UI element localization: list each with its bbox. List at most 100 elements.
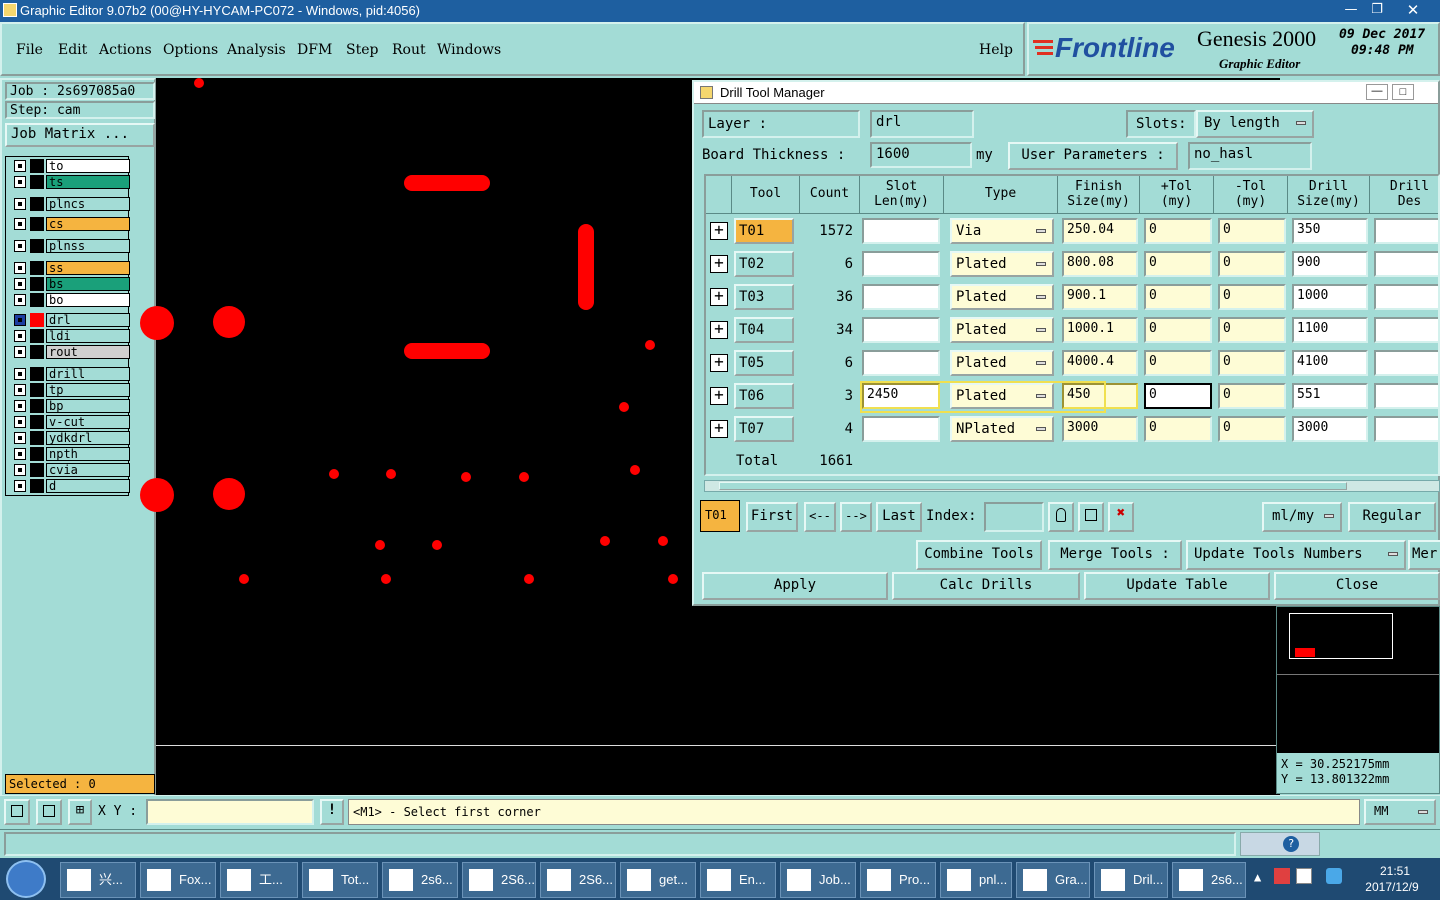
layer-name[interactable]: drl <box>46 313 130 327</box>
first-button[interactable]: First <box>746 502 798 532</box>
dialog-maximize-icon[interactable]: □ <box>1392 84 1414 100</box>
finish-size-input[interactable]: 3000 <box>1062 416 1138 442</box>
update-tools-numbers-dropdown[interactable]: Update Tools Numbers <box>1186 540 1406 570</box>
drill-size-input[interactable]: 3000 <box>1292 416 1368 442</box>
layer-name[interactable]: bp <box>46 399 130 413</box>
layer-checkbox[interactable] <box>14 480 26 492</box>
units-dropdown[interactable]: ml/my <box>1262 502 1342 532</box>
layer-input[interactable]: drl <box>870 110 974 138</box>
expand-row-icon[interactable]: + <box>710 321 728 339</box>
plus-tol-input[interactable]: 0 <box>1144 218 1212 244</box>
layer-row-rout[interactable]: rout <box>14 345 130 359</box>
layer-name[interactable]: cvia <box>46 463 130 477</box>
tool-button[interactable]: T06 <box>734 383 794 409</box>
layer-checkbox[interactable] <box>14 464 26 476</box>
layer-name[interactable]: ss <box>46 261 130 275</box>
layer-name[interactable]: plnss <box>46 239 130 253</box>
minus-tol-input[interactable]: 0 <box>1218 317 1286 343</box>
layer-row-bo[interactable]: bo <box>14 293 130 307</box>
layer-checkbox[interactable] <box>14 346 26 358</box>
close-button[interactable]: Close <box>1274 572 1440 600</box>
slot-length-input[interactable] <box>862 284 940 310</box>
update-table-button[interactable]: Update Table <box>1084 572 1270 600</box>
layer-row-to[interactable]: to <box>14 159 130 173</box>
layer-checkbox[interactable] <box>14 416 26 428</box>
plus-tol-input[interactable]: 0 <box>1144 350 1212 376</box>
expand-row-icon[interactable]: + <box>710 222 728 240</box>
menu-file[interactable]: File <box>16 42 43 58</box>
minus-tol-input[interactable]: 0 <box>1218 383 1286 409</box>
taskbar-item[interactable]: 2S6... <box>540 862 616 898</box>
zoom-area-icon[interactable] <box>36 799 62 825</box>
layer-row-npth[interactable]: npth <box>14 447 130 461</box>
merge-tools-button[interactable]: Merge Tools : <box>1048 540 1182 570</box>
type-dropdown[interactable]: Plated <box>950 383 1054 409</box>
tool-button[interactable]: T05 <box>734 350 794 376</box>
xy-input[interactable] <box>146 799 314 825</box>
layer-row-plnss[interactable]: plnss <box>14 239 130 253</box>
layer-row-tp[interactable]: tp <box>14 383 130 397</box>
drill-size-input[interactable]: 350 <box>1292 218 1368 244</box>
slot-length-input[interactable] <box>862 416 940 442</box>
plus-tol-input[interactable]: 0 <box>1144 416 1212 442</box>
layer-row-ydkdrl[interactable]: ydkdrl <box>14 431 130 445</box>
layer-checkbox[interactable] <box>14 330 26 342</box>
tray-icon-flag[interactable] <box>1296 868 1312 884</box>
menu-dfm[interactable]: DFM <box>297 42 332 58</box>
expand-row-icon[interactable]: + <box>710 354 728 372</box>
layer-name[interactable]: cs <box>46 217 130 231</box>
layer-name[interactable]: v-cut <box>46 415 130 429</box>
last-button[interactable]: Last <box>876 502 922 532</box>
type-dropdown[interactable]: Plated <box>950 251 1054 277</box>
minus-tol-input[interactable]: 0 <box>1218 416 1286 442</box>
layer-checkbox[interactable] <box>14 160 26 172</box>
taskbar-item[interactable]: Fox... <box>140 862 216 898</box>
menu-step[interactable]: Step <box>346 42 378 58</box>
expand-row-icon[interactable]: + <box>710 387 728 405</box>
taskbar-item[interactable]: 2S6... <box>462 862 536 898</box>
layer-name[interactable]: ydkdrl <box>46 431 130 445</box>
expand-row-icon[interactable]: + <box>710 420 728 438</box>
layer-checkbox[interactable] <box>14 314 26 326</box>
plus-tol-input[interactable]: 0 <box>1144 284 1212 310</box>
drill-des-input[interactable] <box>1374 350 1438 376</box>
expand-row-icon[interactable]: + <box>710 255 728 273</box>
user-parameters-button[interactable]: User Parameters : <box>1008 142 1178 170</box>
menu-rout[interactable]: Rout <box>392 42 426 58</box>
drill-des-input[interactable] <box>1374 383 1438 409</box>
layer-checkbox[interactable] <box>14 278 26 290</box>
finish-size-input[interactable]: 450 <box>1062 383 1138 409</box>
menu-options[interactable]: Options <box>163 42 218 58</box>
merge-button[interactable]: Mer <box>1408 540 1440 570</box>
type-dropdown[interactable]: Plated <box>950 284 1054 310</box>
layer-row-cs[interactable]: cs <box>14 217 130 231</box>
type-dropdown[interactable]: Plated <box>950 317 1054 343</box>
minus-tol-input[interactable]: 0 <box>1218 350 1286 376</box>
layer-checkbox[interactable] <box>14 384 26 396</box>
layer-name[interactable]: rout <box>46 345 130 359</box>
drill-size-input[interactable]: 1000 <box>1292 284 1368 310</box>
minimize-icon[interactable]: — <box>1338 1 1364 19</box>
tray-icon-network[interactable] <box>1326 868 1342 884</box>
layer-row-ss[interactable]: ss <box>14 261 130 275</box>
type-dropdown[interactable]: Plated <box>950 350 1054 376</box>
slot-length-input[interactable] <box>862 251 940 277</box>
taskbar-item[interactable]: 2s6... <box>382 862 458 898</box>
taskbar-item[interactable]: 工... <box>220 862 298 898</box>
finish-size-input[interactable]: 800.08 <box>1062 251 1138 277</box>
tray-icon-red[interactable] <box>1274 868 1290 884</box>
prev-button[interactable]: <-- <box>804 502 836 532</box>
layer-row-v-cut[interactable]: v-cut <box>14 415 130 429</box>
layer-checkbox[interactable] <box>14 368 26 380</box>
taskbar-item[interactable]: Tot... <box>302 862 378 898</box>
taskbar-item[interactable]: Job... <box>780 862 856 898</box>
layer-row-cvia[interactable]: cvia <box>14 463 130 477</box>
drill-des-input[interactable] <box>1374 218 1438 244</box>
menu-edit[interactable]: Edit <box>58 42 87 58</box>
tray-arrow-icon[interactable]: ▲ <box>1254 870 1261 884</box>
index-input[interactable] <box>984 502 1044 532</box>
zoom-fit-icon[interactable] <box>4 799 30 825</box>
regular-button[interactable]: Regular <box>1348 502 1436 532</box>
combine-tools-button[interactable]: Combine Tools <box>916 540 1042 570</box>
drill-des-input[interactable] <box>1374 317 1438 343</box>
